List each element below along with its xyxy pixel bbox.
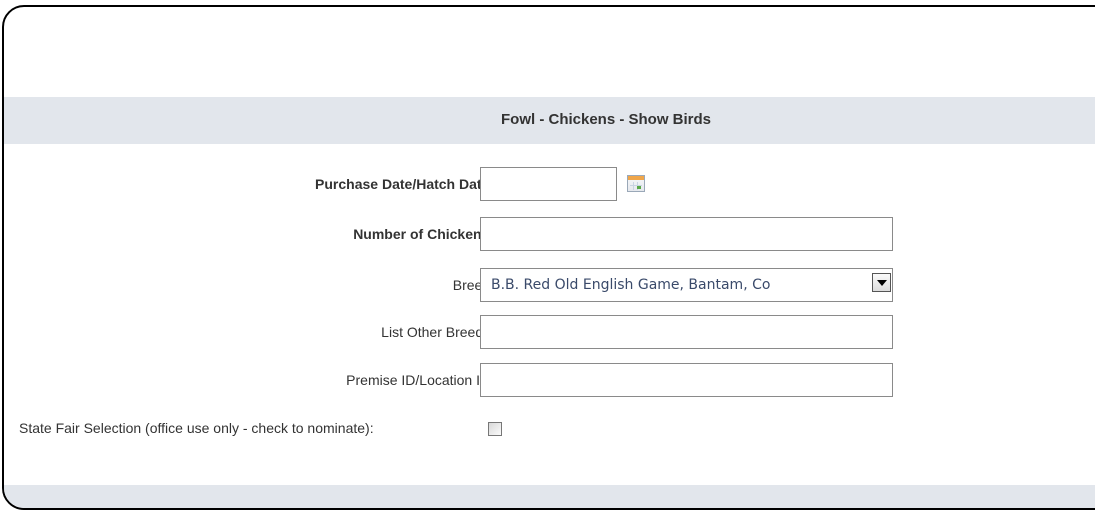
form-panel: Fowl - Chickens - Show Birds Purchase Da… <box>2 5 1095 510</box>
state-fair-row: State Fair Selection (office use only - … <box>4 411 1095 445</box>
chevron-down-icon[interactable] <box>872 273 891 292</box>
calendar-icon[interactable] <box>627 175 645 192</box>
state-fair-checkbox[interactable] <box>488 422 502 436</box>
other-breeds-input[interactable] <box>480 315 893 349</box>
purchase-date-row: Purchase Date/Hatch Date: <box>4 167 1095 201</box>
premise-id-row: Premise ID/Location ID: <box>4 363 1095 397</box>
breed-selected-value: B.B. Red Old English Game, Bantam, Co <box>491 277 771 293</box>
purchase-date-input[interactable] <box>480 167 617 201</box>
number-of-chickens-input[interactable] <box>480 217 893 251</box>
number-of-chickens-row: Number of Chickens: <box>4 217 1095 251</box>
form-header: Fowl - Chickens - Show Birds <box>4 97 1095 144</box>
number-of-chickens-label: Number of Chickens: <box>353 226 494 242</box>
calendar-icon-header <box>628 176 644 180</box>
form-footer-bar <box>4 485 1095 508</box>
breed-row: Breed: B.B. Red Old English Game, Bantam… <box>4 268 1095 302</box>
form-title: Fowl - Chickens - Show Birds <box>501 111 712 128</box>
other-breeds-label: List Other Breeds: <box>381 324 494 340</box>
premise-id-input[interactable] <box>480 363 893 397</box>
calendar-icon-mark <box>637 186 641 189</box>
other-breeds-row: List Other Breeds: <box>4 315 1095 349</box>
breed-select[interactable]: B.B. Red Old English Game, Bantam, Co <box>480 268 893 302</box>
purchase-date-label: Purchase Date/Hatch Date: <box>315 176 494 192</box>
state-fair-label: State Fair Selection (office use only - … <box>19 420 374 436</box>
premise-id-label: Premise ID/Location ID: <box>346 372 494 388</box>
